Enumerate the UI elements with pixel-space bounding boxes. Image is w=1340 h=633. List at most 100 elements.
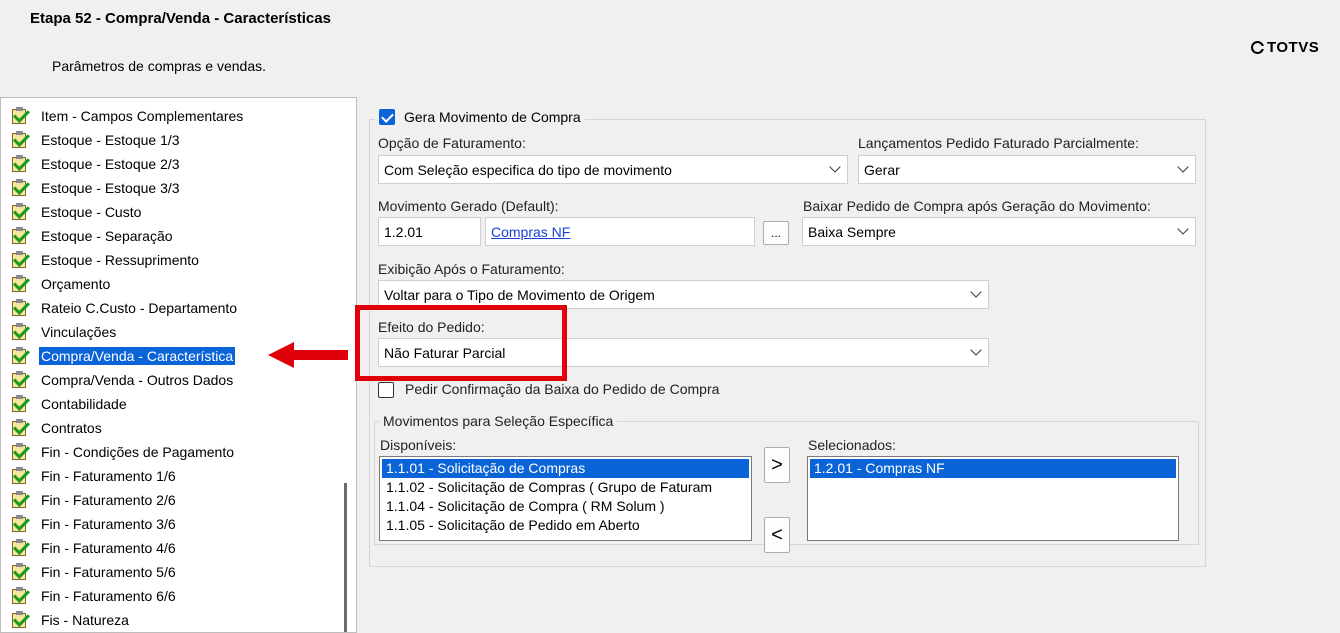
checklist-icon (11, 346, 30, 365)
checklist-icon (11, 442, 30, 461)
tree-item[interactable]: Compra/Venda - Outros Dados (11, 369, 235, 391)
tree-item[interactable]: Fin - Faturamento 6/6 (11, 585, 178, 607)
checklist-icon (11, 466, 30, 485)
tree-item[interactable]: Orçamento (11, 273, 112, 295)
tree-item-label: Estoque - Estoque 1/3 (41, 132, 180, 148)
checklist-icon (11, 178, 30, 197)
browse-button[interactable]: ... (763, 221, 789, 245)
list-item[interactable]: 1.2.01 - Compras NF (810, 459, 1176, 478)
tree-item-label: Fin - Faturamento 4/6 (41, 540, 176, 556)
list-item[interactable]: 1.1.02 - Solicitação de Compras ( Grupo … (382, 478, 749, 497)
selecionados-items: 1.2.01 - Compras NF (810, 459, 1176, 478)
tree-item[interactable]: Estoque - Separação (11, 225, 175, 247)
tree-item-label: Item - Campos Complementares (41, 108, 244, 124)
tree-item-label: Fin - Faturamento 5/6 (41, 564, 176, 580)
logo-text: TOTVS (1267, 39, 1320, 56)
tree-item[interactable]: Compra/Venda - Característica (11, 345, 236, 367)
tree-item-label: Estoque - Ressuprimento (41, 252, 199, 268)
tree-item-label: Estoque - Estoque 3/3 (41, 180, 180, 196)
add-selection-button[interactable]: > (764, 447, 790, 483)
selecionados-label: Selecionados: (808, 437, 896, 453)
movimento-gerado-code-input[interactable]: 1.2.01 (378, 217, 481, 246)
tree-item-label: Estoque - Separação (41, 228, 173, 244)
tree-item-label: Fin - Faturamento 1/6 (41, 468, 176, 484)
checklist-icon (11, 538, 30, 557)
tree-item[interactable]: Contabilidade (11, 393, 129, 415)
disponiveis-label: Disponíveis: (380, 437, 457, 453)
disponiveis-listbox[interactable]: 1.1.01 - Solicitação de Compras 1.1.02 - … (379, 456, 752, 541)
tree-item[interactable]: Fin - Faturamento 4/6 (11, 537, 178, 559)
tree-item[interactable]: Fin - Faturamento 2/6 (11, 489, 178, 511)
tree-item[interactable]: Rateio C.Custo - Departamento (11, 297, 239, 319)
movimento-gerado-name-field[interactable]: Compras NF (485, 217, 755, 246)
tree-item-label: Contabilidade (41, 396, 127, 412)
checklist-icon (11, 130, 30, 149)
tree-item-label: Fin - Faturamento 2/6 (41, 492, 176, 508)
tree-item-label: Estoque - Custo (41, 204, 142, 220)
tree-item-label: Fis - Natureza (41, 612, 129, 628)
baixar-pedido-value: Baixa Sempre (808, 223, 896, 240)
gera-movimento-label: Gera Movimento de Compra (404, 109, 581, 125)
tree-item[interactable]: Fis - Natureza (11, 609, 131, 631)
selecao-especifica-legend: Movimentos para Seleção Específica (379, 413, 618, 429)
gera-movimento-checkbox[interactable] (379, 109, 395, 125)
remove-selection-button[interactable]: < (764, 517, 790, 553)
checklist-icon (11, 418, 30, 437)
checklist-icon (11, 250, 30, 269)
checklist-icon (11, 514, 30, 533)
movimento-gerado-link[interactable]: Compras NF (491, 224, 570, 240)
lancamentos-value: Gerar (864, 161, 900, 178)
chevron-down-icon (1177, 161, 1189, 173)
red-arrow-annotation (268, 342, 348, 368)
tree-item-label: Compra/Venda - Outros Dados (41, 372, 234, 388)
lancamentos-select[interactable]: Gerar (858, 155, 1196, 184)
exibicao-value: Voltar para o Tipo de Movimento de Orige… (384, 286, 655, 303)
tree-item[interactable]: Item - Campos Complementares (11, 105, 245, 127)
movimento-gerado-label: Movimento Gerado (Default): (378, 198, 559, 214)
tree-item[interactable]: Fin - Condições de Pagamento (11, 441, 236, 463)
tree-item-label: Contratos (41, 420, 102, 436)
list-item[interactable]: 1.1.05 - Solicitação de Pedido em Aberto (382, 516, 749, 535)
checklist-icon (11, 274, 30, 293)
opcao-faturamento-select[interactable]: Com Seleção especifica do tipo de movime… (378, 155, 848, 184)
tree-item[interactable]: Fin - Faturamento 1/6 (11, 465, 178, 487)
tree-item-label: Compra/Venda - Característica (39, 347, 236, 365)
header: Etapa 52 - Compra/Venda - Característica… (0, 0, 1340, 97)
page-subtitle: Parâmetros de compras e vendas. (52, 58, 266, 74)
checklist-icon (11, 610, 30, 629)
chevron-down-icon (1177, 223, 1189, 235)
tree-item-label: Orçamento (41, 276, 111, 292)
tree-item[interactable]: Fin - Faturamento 3/6 (11, 513, 178, 535)
opcao-faturamento-value: Com Seleção especifica do tipo de movime… (384, 161, 672, 178)
lancamentos-label: Lançamentos Pedido Faturado Parcialmente… (858, 135, 1139, 151)
tree-item-label: Fin - Faturamento 3/6 (41, 516, 176, 532)
checklist-icon (11, 322, 30, 341)
list-item[interactable]: 1.1.04 - Solicitação de Compra ( RM Solu… (382, 497, 749, 516)
checklist-icon (11, 298, 30, 317)
checklist-icon (11, 394, 30, 413)
tree-item[interactable]: Estoque - Estoque 2/3 (11, 153, 182, 175)
tree-item[interactable]: Contratos (11, 417, 104, 439)
chevron-down-icon (829, 161, 841, 173)
tree-item[interactable]: Vinculações (11, 321, 118, 343)
tree-item[interactable]: Fin - Faturamento 5/6 (11, 561, 178, 583)
opcao-faturamento-label: Opção de Faturamento: (378, 135, 526, 151)
checklist-icon (11, 370, 30, 389)
disponiveis-items: 1.1.01 - Solicitação de Compras 1.1.02 - … (382, 459, 749, 535)
checklist-icon (11, 226, 30, 245)
tree-item[interactable]: Estoque - Estoque 3/3 (11, 177, 182, 199)
baixar-pedido-label: Baixar Pedido de Compra após Geração do … (803, 198, 1151, 214)
tree-item-label: Fin - Condições de Pagamento (41, 444, 234, 460)
pedir-confirmacao-label: Pedir Confirmação da Baixa do Pedido de … (405, 381, 720, 397)
selecionados-listbox[interactable]: 1.2.01 - Compras NF (807, 456, 1179, 541)
tree-item[interactable]: Estoque - Estoque 1/3 (11, 129, 182, 151)
list-item[interactable]: 1.1.01 - Solicitação de Compras (382, 459, 749, 478)
tree-item[interactable]: Estoque - Custo (11, 201, 143, 223)
checklist-icon (11, 586, 30, 605)
tree-scrollbar[interactable] (344, 483, 347, 632)
page-title: Etapa 52 - Compra/Venda - Característica… (30, 10, 331, 27)
pedir-confirmacao-checkbox[interactable] (378, 382, 394, 398)
tree-item[interactable]: Estoque - Ressuprimento (11, 249, 201, 271)
baixar-pedido-select[interactable]: Baixa Sempre (802, 217, 1196, 246)
gera-movimento-legend: Gera Movimento de Compra (375, 107, 585, 127)
